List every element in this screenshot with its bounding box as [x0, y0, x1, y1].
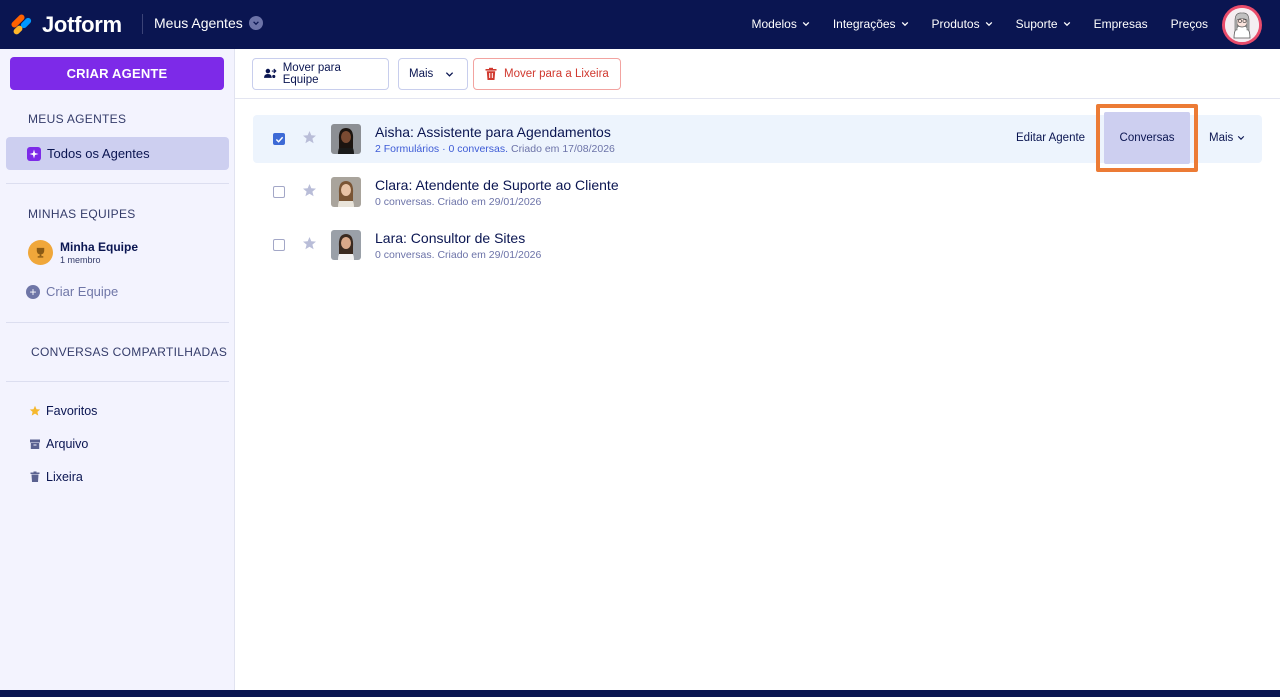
- more-actions-button[interactable]: Mais: [398, 58, 468, 90]
- sidebar-item-all-agents[interactable]: Todos os Agentes: [6, 137, 229, 170]
- chevron-down-icon: [901, 21, 908, 27]
- row-checkbox[interactable]: [273, 239, 285, 251]
- checkmark-icon: [275, 136, 283, 143]
- star-icon[interactable]: [302, 236, 317, 251]
- jotform-logo-icon: [10, 13, 34, 37]
- chevron-down-icon: [446, 71, 454, 77]
- nav-empresas[interactable]: Empresas: [1094, 17, 1148, 31]
- nav-label: Preços: [1170, 17, 1208, 31]
- chevron-down-icon: [1238, 136, 1245, 140]
- chevron-down-icon: [802, 21, 810, 27]
- sidebar: CRIAR AGENTE MEUS AGENTES Todos os Agent…: [0, 49, 235, 690]
- nav-precos[interactable]: Preços: [1171, 17, 1208, 31]
- agent-avatar: [331, 177, 361, 207]
- move-to-trash-label: Mover para a Lixeira: [504, 68, 609, 80]
- star-icon: [29, 405, 41, 416]
- trash-icon: [485, 67, 497, 80]
- star-icon[interactable]: [302, 130, 317, 145]
- avatar-illustration-icon: [1225, 8, 1259, 42]
- trash-icon: [30, 471, 40, 482]
- row-checkbox[interactable]: [273, 186, 285, 198]
- context-switcher[interactable]: Meus Agentes: [154, 15, 263, 31]
- nav-integracoes[interactable]: Integrações: [833, 17, 909, 31]
- row-checkbox[interactable]: [273, 133, 285, 145]
- sidebar-item-favorites[interactable]: Favoritos: [29, 404, 97, 418]
- nav-label: Produtos: [931, 17, 980, 31]
- nav-produtos[interactable]: Produtos: [932, 17, 993, 31]
- agent-row[interactable]: Aisha: Assistente para Agendamentos 2 Fo…: [253, 104, 1262, 172]
- team-members: 1 membro: [60, 255, 101, 265]
- nav-modelos[interactable]: Modelos: [751, 17, 810, 31]
- conversations-link[interactable]: 0 conversas.: [449, 143, 509, 155]
- sidebar-item-label: Arquivo: [46, 437, 89, 451]
- agent-meta: 2 Formulários · 0 conversas. Criado em 1…: [375, 143, 615, 155]
- row-more-label: Mais: [1209, 132, 1234, 144]
- nav-label: Empresas: [1093, 17, 1148, 31]
- create-agent-button[interactable]: CRIAR AGENTE: [10, 57, 224, 90]
- more-label: Mais: [409, 68, 434, 80]
- sidebar-item-label: Favoritos: [46, 404, 98, 418]
- nav-suporte[interactable]: Suporte: [1016, 17, 1071, 31]
- main-nav: Modelos Integrações Produtos Suporte Emp…: [728, 17, 1208, 31]
- sidebar-item-label: Todos os Agentes: [47, 146, 150, 161]
- agent-row[interactable]: Clara: Atendente de Suporte ao Cliente 0…: [253, 168, 1262, 216]
- brand-name: Jotform: [42, 12, 122, 37]
- agent-avatar: [331, 230, 361, 260]
- agent-sparkle-icon: [27, 146, 41, 161]
- context-label: Meus Agentes: [154, 15, 243, 31]
- agent-row[interactable]: Lara: Consultor de Sites 0 conversas. Cr…: [253, 221, 1262, 269]
- chevron-down-icon: [1063, 21, 1070, 27]
- move-to-team-label: Mover para Equipe: [282, 62, 341, 86]
- nav-label: Suporte: [1015, 17, 1058, 31]
- trophy-icon: [28, 240, 53, 265]
- meta-separator: ·: [439, 143, 449, 155]
- edit-agent-button[interactable]: Editar Agente: [1016, 132, 1085, 144]
- star-icon[interactable]: [302, 183, 317, 198]
- created-date: Criado em 17/08/2026: [508, 143, 615, 155]
- row-more-button[interactable]: Mais: [1209, 132, 1245, 144]
- move-to-trash-button[interactable]: Mover para a Lixeira: [473, 58, 621, 90]
- my-agents-heading: MEUS AGENTES: [28, 112, 127, 126]
- sidebar-item-label: Lixeira: [46, 470, 83, 484]
- sidebar-divider: [6, 381, 229, 382]
- user-avatar[interactable]: [1222, 5, 1262, 45]
- create-team-label: Criar Equipe: [46, 284, 119, 299]
- chevron-down-icon: [248, 16, 263, 30]
- bottom-edge-bar: [0, 690, 1280, 697]
- jotform-logo[interactable]: Jotform: [10, 12, 122, 38]
- move-to-team-button[interactable]: Mover para Equipe: [252, 58, 389, 90]
- sidebar-divider: [6, 183, 229, 184]
- chevron-down-icon: [985, 21, 992, 27]
- agent-name[interactable]: Clara: Atendente de Suporte ao Cliente: [375, 177, 619, 193]
- sidebar-item-trash[interactable]: Lixeira: [29, 470, 83, 484]
- agent-name[interactable]: Lara: Consultor de Sites: [375, 230, 525, 246]
- agent-meta: 0 conversas. Criado em 29/01/2026: [375, 196, 542, 208]
- move-team-icon: [263, 68, 277, 79]
- conversations-button[interactable]: Conversas: [1104, 112, 1190, 164]
- list-toolbar: Mover para Equipe Mais Mover para a Lixe…: [235, 49, 1280, 99]
- my-teams-heading: MINHAS EQUIPES: [28, 207, 136, 221]
- sidebar-item-team[interactable]: Minha Equipe 1 membro: [28, 240, 138, 265]
- sidebar-item-archive[interactable]: Arquivo: [29, 437, 88, 451]
- header-divider: [142, 14, 143, 34]
- archive-icon: [30, 439, 40, 449]
- agent-avatar: [331, 124, 361, 154]
- sidebar-divider: [6, 322, 229, 323]
- plus-icon: +: [26, 284, 40, 299]
- nav-label: Modelos: [751, 17, 797, 31]
- top-navigation-bar: Jotform Meus Agentes Modelos Integrações…: [0, 0, 1280, 49]
- agent-name[interactable]: Aisha: Assistente para Agendamentos: [375, 124, 611, 140]
- create-team-button[interactable]: + Criar Equipe: [26, 284, 118, 299]
- forms-link[interactable]: 2 Formulários: [375, 143, 439, 155]
- agent-meta: 0 conversas. Criado em 29/01/2026: [375, 249, 542, 261]
- nav-label: Integrações: [832, 17, 896, 31]
- team-name: Minha Equipe: [60, 240, 138, 254]
- shared-conversations-link[interactable]: CONVERSAS COMPARTILHADAS: [31, 345, 227, 359]
